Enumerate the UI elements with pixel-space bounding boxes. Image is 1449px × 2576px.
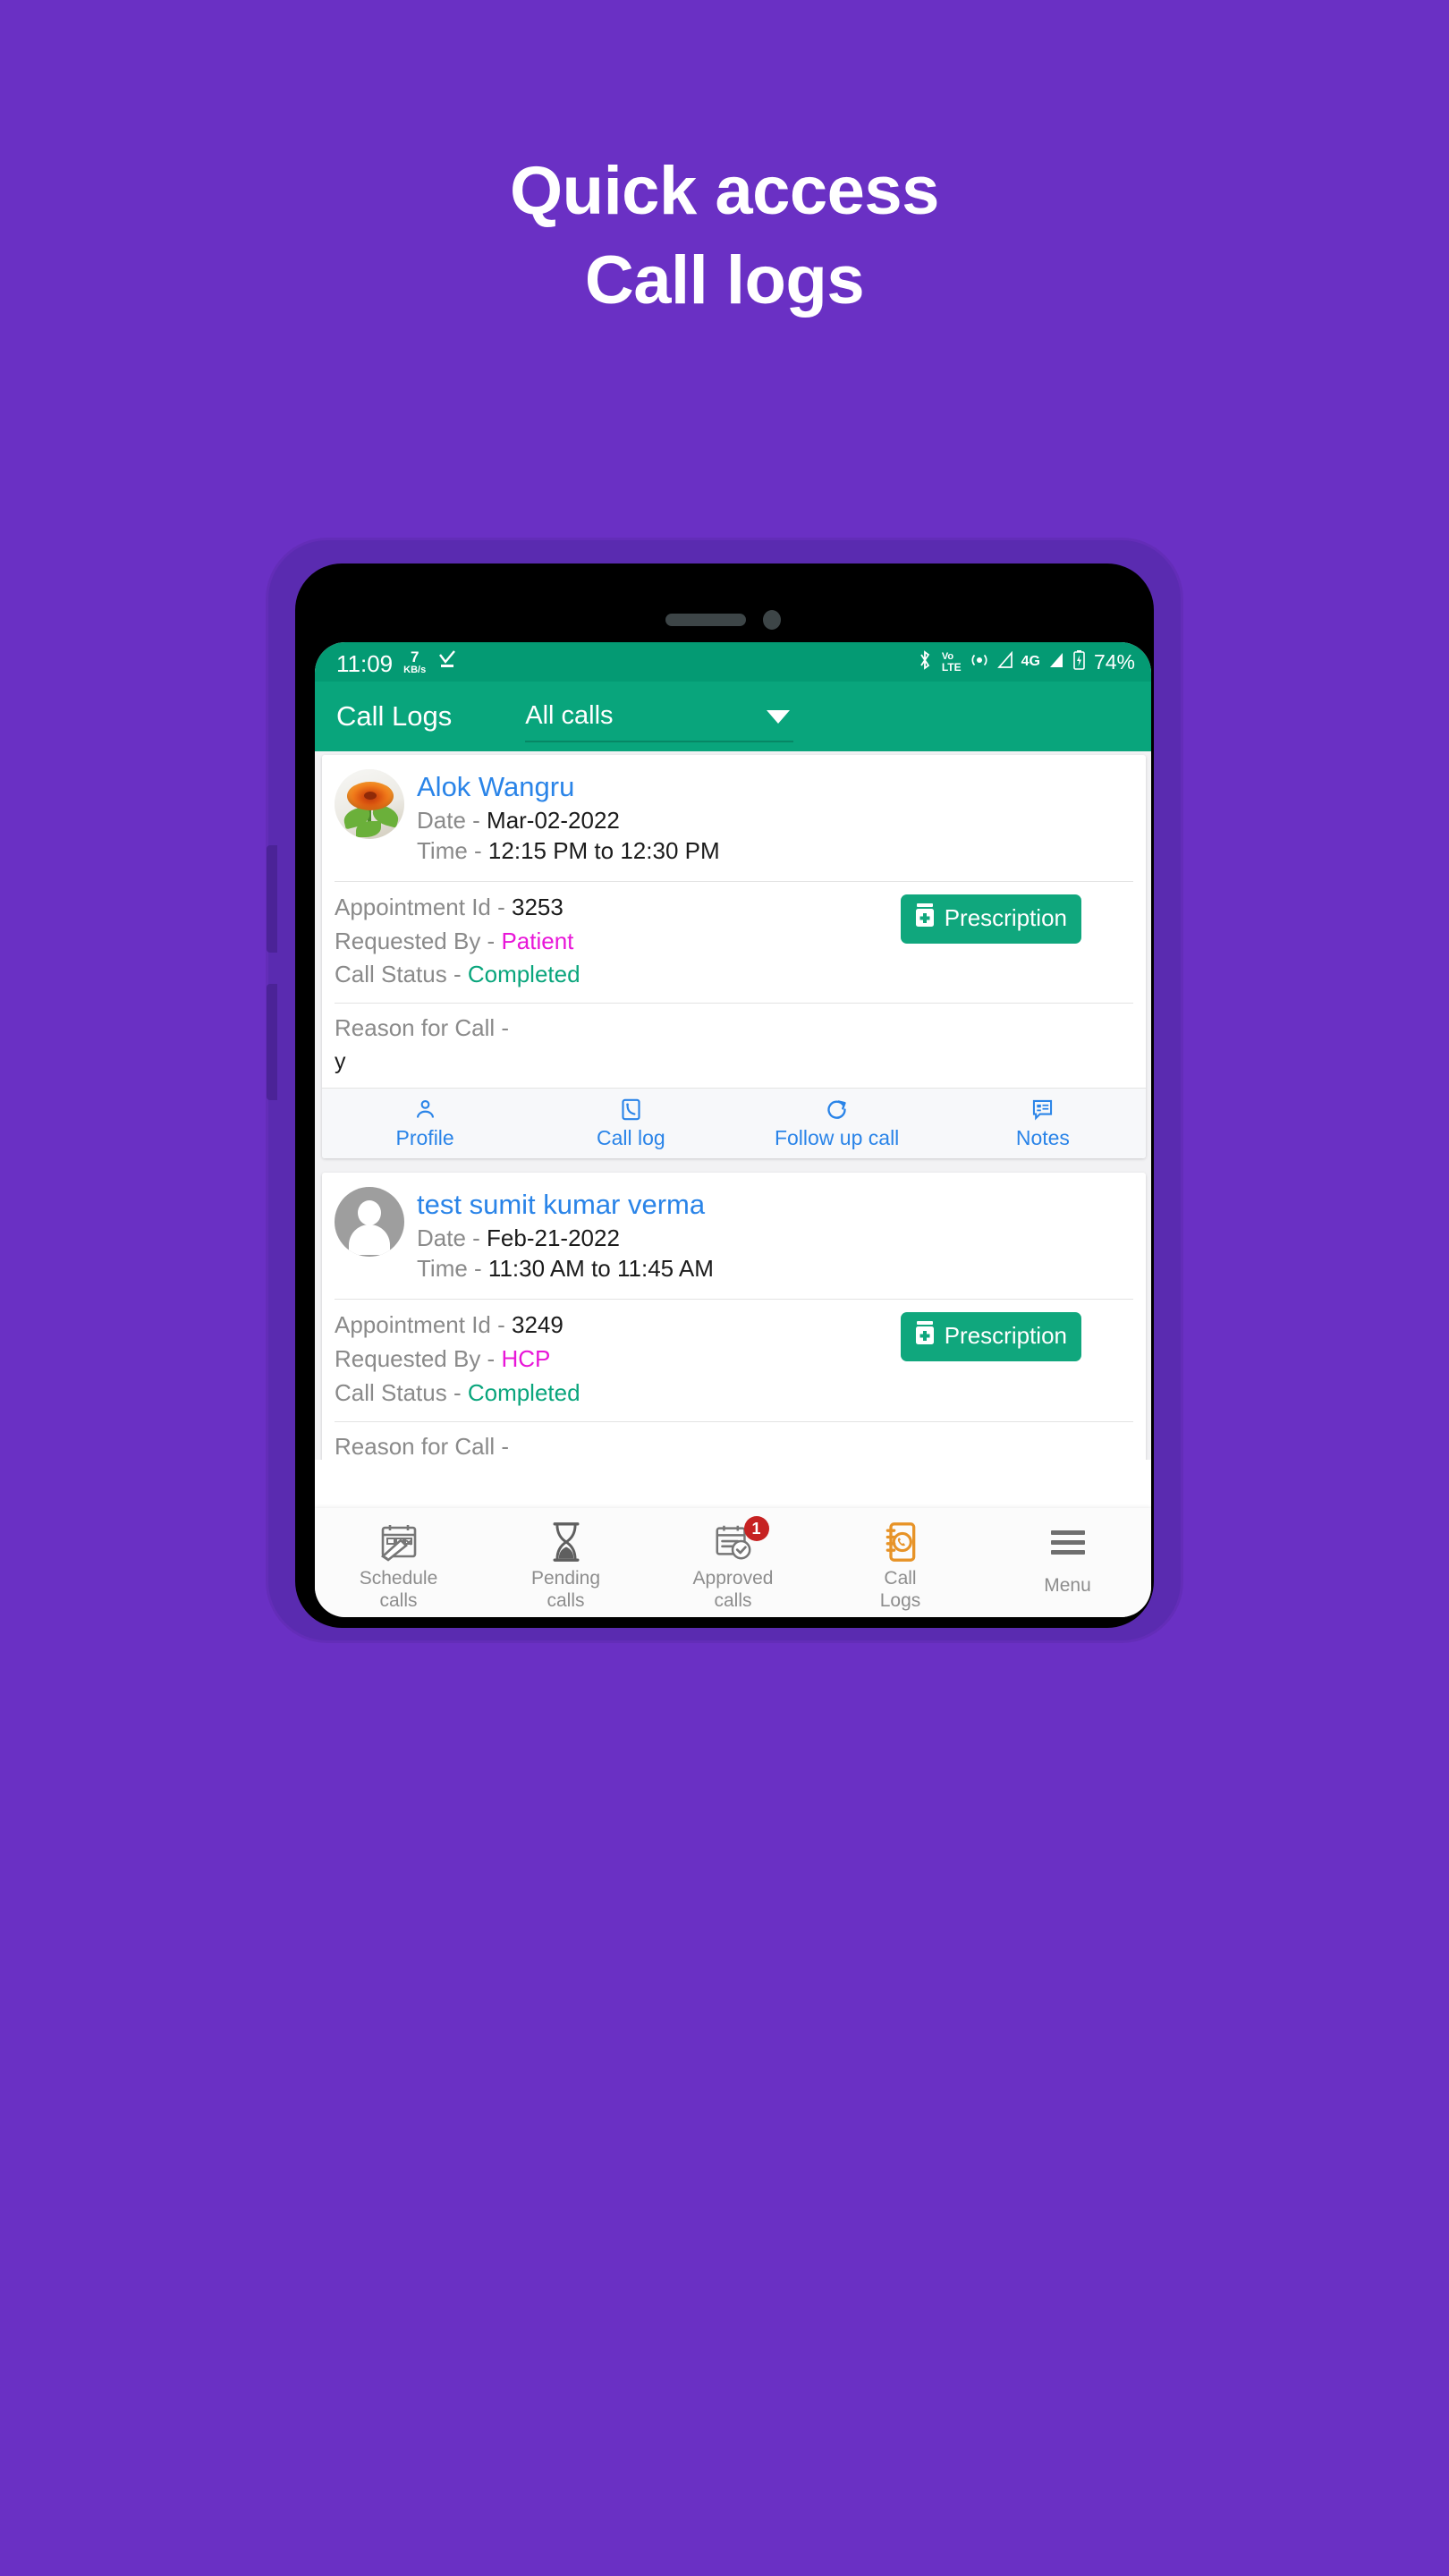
action-notes-label: Notes bbox=[1015, 1126, 1070, 1150]
person-icon bbox=[322, 1095, 528, 1123]
call-time: Time - 12:15 PM to 12:30 PM bbox=[417, 836, 720, 864]
avatar bbox=[335, 1187, 404, 1258]
nav-label-pending-calls: Pending calls bbox=[530, 1568, 601, 1612]
card-header: test sumit kumar verma Date - Feb-21-202… bbox=[322, 1173, 1146, 1299]
call-status: Call Status - Completed bbox=[335, 1378, 580, 1406]
reason-for-call: Reason for Call - y bbox=[322, 1004, 1146, 1088]
prescription-label: Prescription bbox=[944, 903, 1067, 931]
action-notes[interactable]: Notes bbox=[940, 1095, 1146, 1150]
card-details: Appointment Id - 3249 Requested By - HCP… bbox=[322, 1300, 1146, 1421]
call-status: Call Status - Completed bbox=[335, 961, 580, 988]
network-speed: 7 KB/s bbox=[403, 649, 426, 675]
call-date: Date - Feb-21-2022 bbox=[417, 1224, 620, 1252]
approved-calls-badge: 1 bbox=[743, 1516, 769, 1541]
card-details: Appointment Id - 3253 Requested By - Pat… bbox=[322, 882, 1146, 1004]
patient-name[interactable]: test sumit kumar verma bbox=[417, 1189, 714, 1221]
volume-up-button[interactable] bbox=[267, 845, 277, 953]
app-bar-title: Call Logs bbox=[336, 700, 453, 732]
call-log-card[interactable]: Alok Wangru Date - Mar-02-2022 Time - 12… bbox=[322, 755, 1146, 1159]
nav-item-menu[interactable]: Menu bbox=[984, 1519, 1151, 1597]
phone-screen: 11:09 7 KB/s Vo LTE 4G 74% Call Logs All… bbox=[315, 642, 1151, 1617]
app-bar: Call Logs All calls bbox=[315, 682, 1151, 751]
nav-label-menu: Menu bbox=[1044, 1575, 1091, 1596]
nav-label-approved-calls: Approved calls bbox=[692, 1568, 774, 1612]
nav-item-approved-calls[interactable]: 1 Approved calls bbox=[649, 1516, 817, 1612]
medicine-bottle-icon bbox=[913, 1320, 936, 1352]
patient-name[interactable]: Alok Wangru bbox=[417, 771, 720, 803]
action-profile[interactable]: Profile bbox=[322, 1095, 528, 1150]
front-camera bbox=[763, 610, 781, 630]
bottom-navigation: Schedule calls Pending calls 1 Approved cal… bbox=[315, 1508, 1151, 1617]
prescription-button[interactable]: Prescription bbox=[900, 894, 1081, 944]
network-speed-unit: KB/s bbox=[403, 665, 427, 675]
battery-percent: 74% bbox=[1093, 649, 1135, 674]
download-check-icon bbox=[436, 648, 458, 674]
card-header: Alok Wangru Date - Mar-02-2022 Time - 12… bbox=[322, 755, 1146, 881]
calendar-check-icon: 1 bbox=[649, 1516, 817, 1565]
nav-item-pending-calls[interactable]: Pending calls bbox=[482, 1519, 649, 1612]
page-title: Quick access Call logs bbox=[0, 156, 1449, 319]
calendar-pencil-icon bbox=[315, 1519, 482, 1565]
action-follow-up-call[interactable]: Follow up call bbox=[734, 1095, 940, 1150]
status-bar: 11:09 7 KB/s Vo LTE 4G 74% bbox=[315, 642, 1151, 682]
volume-down-button[interactable] bbox=[267, 984, 277, 1100]
nav-item-schedule-calls[interactable]: Schedule calls bbox=[315, 1519, 482, 1612]
card-action-row: Profile Call log Follow up call Notes bbox=[322, 1088, 1146, 1159]
action-profile-label: Profile bbox=[395, 1126, 454, 1150]
network-speed-value: 7 bbox=[410, 648, 419, 665]
prescription-button[interactable]: Prescription bbox=[900, 1311, 1081, 1361]
call-filter-dropdown[interactable]: All calls bbox=[525, 691, 794, 742]
phone-book-icon bbox=[817, 1519, 984, 1565]
volte-icon: Vo LTE bbox=[941, 650, 962, 674]
avatar bbox=[335, 769, 404, 839]
hamburger-icon bbox=[984, 1519, 1151, 1565]
network-type: 4G bbox=[1021, 654, 1040, 669]
action-follow-up-label: Follow up call bbox=[774, 1126, 900, 1150]
medicine-bottle-icon bbox=[913, 902, 936, 934]
reason-for-call: Reason for Call - Call to discuss change… bbox=[322, 1422, 1146, 1460]
headline-line-1: Quick access bbox=[510, 153, 939, 229]
action-call-log[interactable]: Call log bbox=[528, 1095, 733, 1150]
nav-label-schedule-calls: Schedule calls bbox=[359, 1568, 438, 1612]
phone-log-icon bbox=[528, 1095, 733, 1123]
call-log-card[interactable]: test sumit kumar verma Date - Feb-21-202… bbox=[322, 1173, 1146, 1460]
call-time: Time - 11:30 AM to 11:45 AM bbox=[417, 1255, 714, 1282]
action-call-log-label: Call log bbox=[597, 1126, 665, 1150]
reason-label: Reason for Call - bbox=[335, 1432, 510, 1460]
signal-bars-icon bbox=[996, 650, 1013, 674]
prescription-label: Prescription bbox=[944, 1321, 1067, 1349]
nav-label-call-logs: Call Logs bbox=[879, 1568, 921, 1612]
call-filter-value: All calls bbox=[525, 700, 614, 730]
reason-text: y bbox=[335, 1048, 346, 1074]
hotspot-icon bbox=[970, 650, 989, 674]
chevron-down-icon bbox=[767, 710, 791, 724]
hourglass-icon bbox=[482, 1519, 649, 1565]
reason-label: Reason for Call - bbox=[335, 1014, 510, 1042]
call-date: Date - Mar-02-2022 bbox=[417, 806, 620, 834]
headline-line-2: Call logs bbox=[584, 242, 865, 319]
battery-charging-icon bbox=[1072, 649, 1086, 675]
refresh-call-icon bbox=[734, 1095, 940, 1123]
earpiece-speaker bbox=[665, 614, 746, 626]
status-time: 11:09 bbox=[336, 650, 394, 677]
signal-bars-icon-2 bbox=[1048, 651, 1064, 674]
nav-item-call-logs[interactable]: Call Logs bbox=[817, 1519, 984, 1612]
notes-bubble-icon bbox=[940, 1095, 1146, 1123]
bluetooth-icon bbox=[916, 649, 934, 675]
call-log-list[interactable]: Alok Wangru Date - Mar-02-2022 Time - 12… bbox=[315, 751, 1151, 1460]
